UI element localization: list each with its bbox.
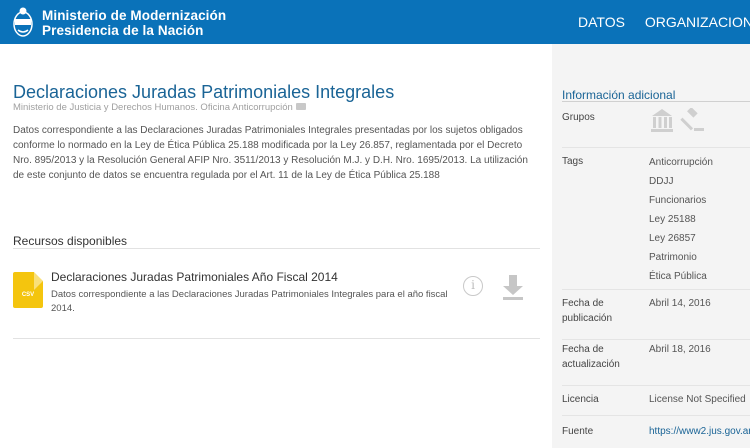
info-icon[interactable]: i	[463, 276, 483, 296]
tag-item[interactable]: Ética Pública	[649, 267, 750, 286]
source-link[interactable]: https://www2.jus.gov.ar	[649, 422, 750, 441]
resources-heading: Recursos disponibles	[13, 234, 128, 248]
tag-item[interactable]: Patrimonio	[649, 248, 750, 267]
tag-item[interactable]: Ley 25188	[649, 210, 750, 229]
tags-label: Tags	[562, 156, 584, 167]
published-label: Fecha de publicación	[562, 298, 613, 324]
download-icon[interactable]	[501, 274, 525, 300]
top-header: Ministerio de Modernización Presidencia …	[0, 0, 750, 44]
organization-link[interactable]: Ministerio de Justicia y Derechos Humano…	[13, 102, 293, 113]
brand-name[interactable]: Ministerio de Modernización Presidencia …	[42, 8, 226, 38]
organization-line: Ministerio de Justicia y Derechos Humano…	[13, 102, 306, 113]
published-value: Abril 14, 2016	[649, 298, 711, 309]
brand-line-1: Ministerio de Modernización	[42, 8, 227, 23]
tag-item[interactable]: Ley 26857	[649, 229, 750, 248]
institution-icon[interactable]	[651, 109, 673, 132]
license-row: Licencia License Not Specified	[562, 392, 750, 416]
groups-label: Grupos	[562, 112, 595, 123]
sidebar-title: Información adicional	[562, 88, 676, 102]
group-icons	[651, 108, 704, 132]
resource-description: Datos correspondiente a las Declaracione…	[51, 289, 448, 314]
tags-row: Tags Anticorrupción DDJJ Funcionarios Le…	[562, 150, 750, 290]
mail-icon[interactable]	[295, 103, 306, 110]
divider	[13, 248, 540, 249]
gavel-icon[interactable]	[680, 108, 704, 131]
tags-list: Anticorrupción DDJJ Funcionarios Ley 251…	[649, 153, 750, 286]
divider	[13, 338, 540, 339]
file-format-label: CSV	[21, 292, 35, 298]
tag-item[interactable]: Anticorrupción	[649, 153, 750, 172]
resource-title[interactable]: Declaraciones Juradas Patrimoniales Año …	[51, 270, 338, 284]
csv-file-icon: CSV	[13, 272, 43, 308]
page-title: Declaraciones Juradas Patrimoniales Inte…	[13, 82, 395, 102]
coat-of-arms-icon	[13, 7, 33, 37]
dataset-description: Datos correspondiente a las Declaracione…	[13, 125, 528, 181]
groups-row: Grupos	[562, 108, 750, 148]
main-content: Declaraciones Juradas Patrimoniales Inte…	[0, 44, 552, 448]
tag-item[interactable]: Funcionarios	[649, 191, 750, 210]
nav-datos[interactable]: DATOS	[578, 14, 625, 30]
tag-item[interactable]: DDJJ	[649, 172, 750, 191]
file-fold	[34, 272, 43, 290]
brand-line-2: Presidencia de la Nación	[42, 23, 204, 38]
source-row: Fuente https://www2.jus.gov.ar	[562, 424, 750, 448]
updated-row: Fecha de actualización Abril 18, 2016	[562, 342, 750, 386]
updated-label: Fecha de actualización	[562, 344, 620, 370]
resource-item: CSV Declaraciones Juradas Patrimoniales …	[13, 266, 540, 338]
source-label: Fuente	[562, 426, 594, 437]
main-nav: DATOS ORGANIZACIONES	[578, 14, 750, 30]
license-label: Licencia	[562, 394, 599, 405]
additional-info-sidebar: Información adicional Grupos Tags Antico…	[552, 44, 750, 448]
license-value: License Not Specified	[649, 394, 746, 405]
nav-organizaciones[interactable]: ORGANIZACIONES	[645, 14, 750, 30]
divider	[562, 101, 750, 102]
updated-value: Abril 18, 2016	[649, 344, 711, 355]
published-row: Fecha de publicación Abril 14, 2016	[562, 296, 750, 340]
